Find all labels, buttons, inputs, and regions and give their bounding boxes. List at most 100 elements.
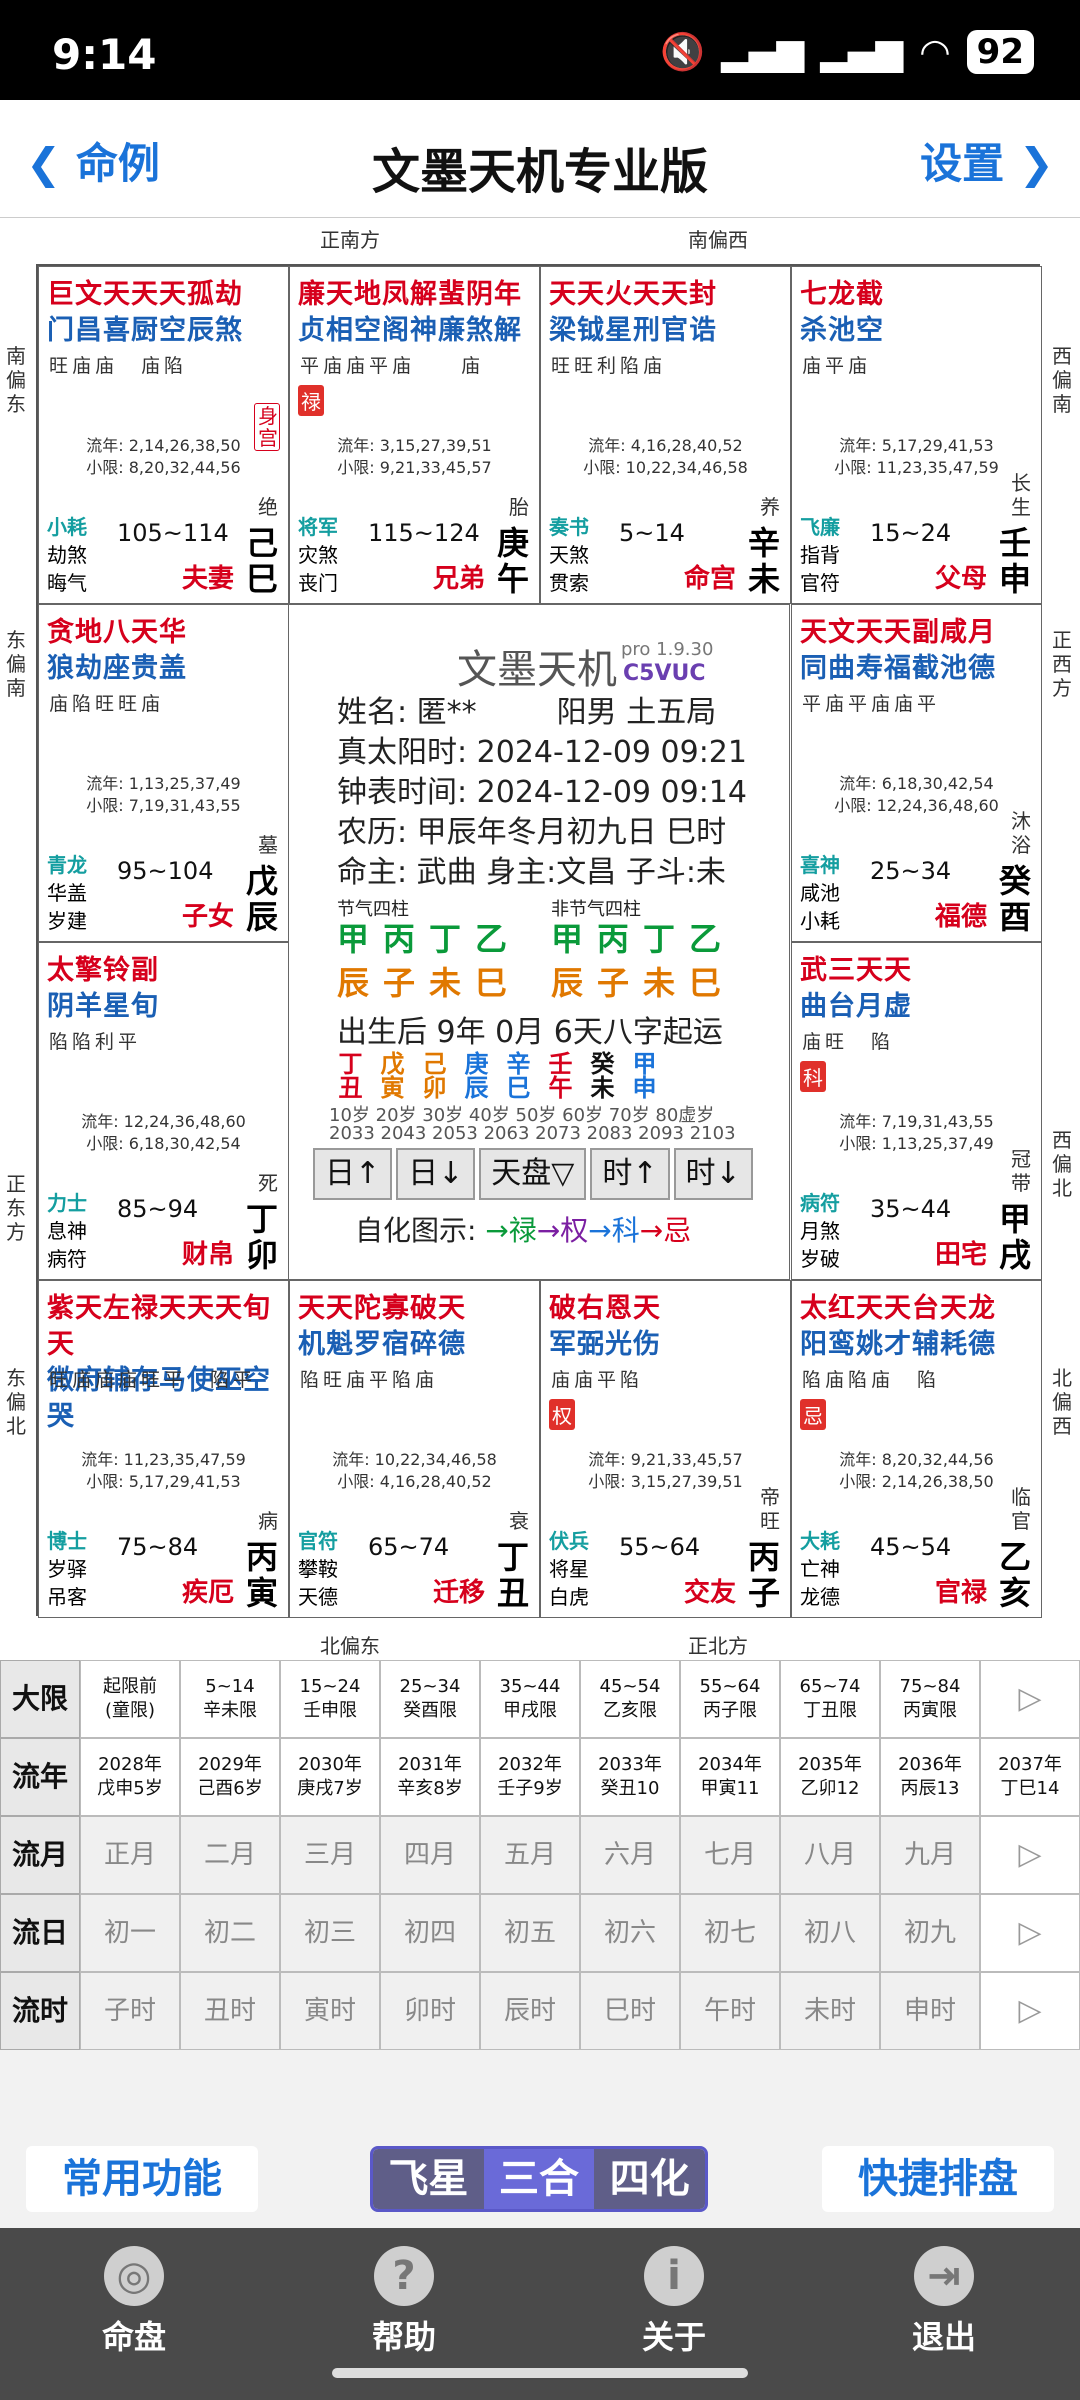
lncells-6[interactable]: 2034年 甲寅11 (680, 1738, 780, 1816)
palace-0[interactable]: 巨文天天天孤劫 门昌喜厨空辰煞 旺庙庙 庙陷 流年: 2,14,26,38,50 小限:… (38, 266, 289, 604)
lycells-5[interactable]: 六月 (580, 1816, 680, 1894)
dxcells-4[interactable]: 35~44 甲戌限 (480, 1660, 580, 1738)
tab-help[interactable]: ? 帮助 (314, 2246, 494, 2358)
lncells-8[interactable]: 2036年 丙辰13 (880, 1738, 980, 1816)
palace-5[interactable]: 天文天天副咸月 同曲寿福截池德 平庙平庙庙平 流年: 6,18,30,42,54 小限:… (791, 604, 1042, 942)
lycells-7[interactable]: 八月 (780, 1816, 880, 1894)
dxcells-3[interactable]: 25~34 癸酉限 (380, 1660, 480, 1738)
lscells-5[interactable]: 巳时 (580, 1972, 680, 2050)
lncells-0[interactable]: 2028年 戊申5岁 (80, 1738, 180, 1816)
tab-about[interactable]: i 关于 (584, 2246, 764, 2358)
lycells-1[interactable]: 二月 (180, 1816, 280, 1894)
lrcells-1[interactable]: 初二 (180, 1894, 280, 1972)
lncells-9[interactable]: 2037年 丁巳14 (980, 1738, 1080, 1816)
lncells-3[interactable]: 2031年 辛亥8岁 (380, 1738, 480, 1816)
dxcells-2[interactable]: 15~24 壬申限 (280, 1660, 380, 1738)
palace-10[interactable]: 破右恩天 军弼光伤 庙庙平陷 流年: 9,21,33,45,57 小限: 3,15,27… (540, 1280, 791, 1618)
common-functions-button[interactable]: 常用功能 (26, 2146, 258, 2212)
palace-6[interactable]: 太擎铃副 阴羊星旬 陷陷利平 流年: 12,24,36,48,60 小限: 6,18,3… (38, 942, 289, 1280)
palace-7[interactable]: 武三天天 曲台月虚 庙旺 陷流年: 7,19,31,43,55 小限: 1,13,25… (791, 942, 1042, 1280)
next-icon[interactable]: ▷ (980, 1972, 1080, 2050)
god-g2: 将星 (549, 1557, 589, 1581)
palace-9[interactable]: 天天陀寡破天 机魁罗宿碎德 陷旺庙平陷庙 流年: 10,22,34,46,58 小限: … (289, 1280, 540, 1618)
cell-line: 75~84 (899, 1676, 961, 1697)
next-icon[interactable]: ▷ (980, 1894, 1080, 1972)
lrcells-6[interactable]: 初七 (680, 1894, 780, 1972)
lscells-4[interactable]: 辰时 (480, 1972, 580, 2050)
info-ming: 命主: 武曲 身主:文昌 子斗:未 (337, 855, 726, 890)
tab-exit[interactable]: ⇥ 退出 (854, 2246, 1034, 2358)
lncells-5[interactable]: 2033年 癸丑10 (580, 1738, 680, 1816)
palace-4[interactable]: 贪地八天华 狼劫座贵盖 庙陷旺旺庙 流年: 1,13,25,37,49 小限: 7,19… (38, 604, 289, 942)
dxcells-0[interactable]: 起限前 (童限) (80, 1660, 180, 1738)
palace-name: 疾厄 (181, 1578, 234, 1608)
cell-line: 2028年 (98, 1754, 162, 1775)
lycells-4[interactable]: 五月 (480, 1816, 580, 1894)
battery-icon: 92 (966, 30, 1034, 74)
seg-sihua[interactable]: 四化 (594, 2149, 705, 2209)
qiyun-text: 出生后 9年 0月 6天八字起运 (337, 1015, 723, 1050)
lncells-4[interactable]: 2032年 壬子9岁 (480, 1738, 580, 1816)
dxcells-8[interactable]: 75~84 丙寅限 (880, 1660, 980, 1738)
next-icon[interactable]: ▷ (980, 1660, 1080, 1738)
lscells-1[interactable]: 丑时 (180, 1972, 280, 2050)
next-icon[interactable]: ▷ (980, 1816, 1080, 1894)
changsheng-stage: 胎 (509, 495, 529, 519)
home-indicator[interactable] (332, 2368, 748, 2378)
lycells-6[interactable]: 七月 (680, 1816, 780, 1894)
palace-years: 流年: 8,20,32,44,56 小限: 2,14,26,38,50 (792, 1449, 1041, 1493)
lrcells-4[interactable]: 初五 (480, 1894, 580, 1972)
dir-r4: 北偏西 (1052, 1366, 1072, 1438)
lrcells-8[interactable]: 初九 (880, 1894, 980, 1972)
day-up-button[interactable]: 日↑ (313, 1148, 393, 1200)
seg-feixing[interactable]: 飞星 (373, 2149, 484, 2209)
hua-legend: 自化图示: →禄→权→科→忌 (355, 1209, 691, 1249)
lncells-7[interactable]: 2035年 乙卯12 (780, 1738, 880, 1816)
dxcells-6[interactable]: 55~64 丙子限 (680, 1660, 780, 1738)
star-brightness: 庙陷旺旺庙 (49, 693, 165, 715)
cell-line: 丙辰13 (900, 1778, 960, 1799)
day-down-button[interactable]: 日↓ (396, 1148, 476, 1200)
dxcells-7[interactable]: 65~74 丁丑限 (780, 1660, 880, 1738)
settings-button[interactable]: 设置 ❯ (920, 130, 1054, 191)
dxcells-5[interactable]: 45~54 乙亥限 (580, 1660, 680, 1738)
lrcells-7[interactable]: 初八 (780, 1894, 880, 1972)
god-g3: 吊客 (47, 1585, 87, 1609)
tab-mingpan[interactable]: ◎ 命盘 (44, 2246, 224, 2358)
lrcells-3[interactable]: 初四 (380, 1894, 480, 1972)
palace-1[interactable]: 廉天地凤解蜚阴年 贞相空阁神廉煞解 平庙庙平庙 庙流年: 3,15,27,39,51… (289, 266, 540, 604)
lrcells-5[interactable]: 初六 (580, 1894, 680, 1972)
lncells-2[interactable]: 2030年 庚戌7岁 (280, 1738, 380, 1816)
stars-line2: 贞相空阁神廉煞解 (298, 315, 522, 346)
quick-chart-button[interactable]: 快捷排盘 (822, 2146, 1054, 2212)
seg-sanhe[interactable]: 三合 (483, 2149, 595, 2209)
palace-stars: 巨文天天天孤劫 门昌喜厨空辰煞 (47, 277, 282, 349)
lscells-6[interactable]: 午时 (680, 1972, 780, 2050)
lscells-2[interactable]: 寅时 (280, 1972, 380, 2050)
lscells-8[interactable]: 申时 (880, 1972, 980, 2050)
lrcells-2[interactable]: 初三 (280, 1894, 380, 1972)
lscells-0[interactable]: 子时 (80, 1972, 180, 2050)
palace-stem-branch: 己巳 (244, 525, 280, 597)
palace-3[interactable]: 七龙截 杀池空 庙平庙 流年: 5,17,29,41,53 小限: 11,23,35,4… (791, 266, 1042, 604)
lycells-3[interactable]: 四月 (380, 1816, 480, 1894)
lncells-1[interactable]: 2029年 己酉6岁 (180, 1738, 280, 1816)
lycells-8[interactable]: 九月 (880, 1816, 980, 1894)
hour-up-button[interactable]: 时↑ (590, 1148, 670, 1200)
tianpan-button[interactable]: 天盘▽ (479, 1148, 587, 1200)
star-brightness: 陷旺庙平陷庙 (300, 1369, 439, 1391)
palace-8[interactable]: 紫天左禄天天天旬天 微府辅存马使巫空哭 旺庙庙庙旺平 陷平 流年: 11,23,35,… (38, 1280, 289, 1618)
bazi2-top: 甲丙丁乙 (551, 920, 736, 958)
lscells-7[interactable]: 未时 (780, 1972, 880, 2050)
lrcells-0[interactable]: 初一 (80, 1894, 180, 1972)
lycells-2[interactable]: 三月 (280, 1816, 380, 1894)
lycells-0[interactable]: 正月 (80, 1816, 180, 1894)
palace-2[interactable]: 天天火天天封 梁钺星刑官诰 旺旺利陷庙 流年: 4,16,28,40,52 小限: 10… (540, 266, 791, 604)
sihua-tag: 权 (549, 1399, 575, 1430)
palace-11[interactable]: 太红天天台天龙 阳鸾姚才辅耗德 陷庙陷庙 陷流年: 8,20,32,44,56 小限:… (791, 1280, 1042, 1618)
hour-down-button[interactable]: 时↓ (673, 1148, 753, 1200)
lscells-3[interactable]: 卯时 (380, 1972, 480, 2050)
dxcells-1[interactable]: 5~14 辛未限 (180, 1660, 280, 1738)
xiaoxian-years: 小限: 11,23,35,47,59 (834, 458, 999, 477)
changsheng-stage: 冠带 (1011, 1147, 1031, 1195)
